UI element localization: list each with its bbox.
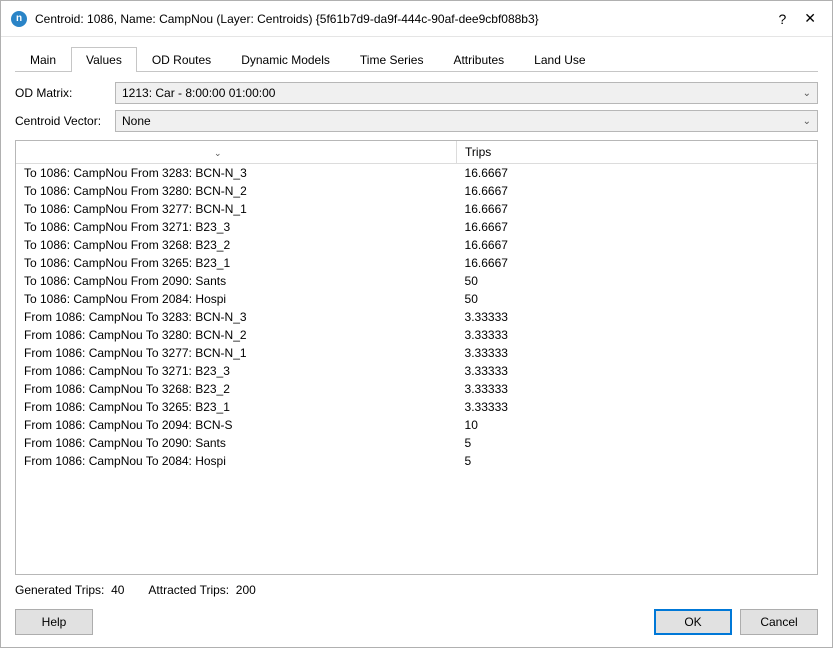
centroid-vector-combo[interactable]: None ⌄ (115, 110, 818, 132)
route-cell: From 1086: CampNou To 3271: B23_3 (16, 362, 457, 380)
help-button[interactable]: Help (15, 609, 93, 635)
app-icon: n (11, 11, 27, 27)
trips-cell: 5 (457, 452, 817, 470)
route-cell: From 1086: CampNou To 3268: B23_2 (16, 380, 457, 398)
centroid-vector-label: Centroid Vector: (15, 114, 115, 128)
tab-od-routes[interactable]: OD Routes (137, 47, 226, 72)
trips-cell: 16.6667 (457, 164, 817, 183)
attracted-trips-label: Attracted Trips: (148, 583, 229, 597)
route-cell: To 1086: CampNou From 2090: Sants (16, 272, 457, 290)
trips-cell: 16.6667 (457, 236, 817, 254)
ok-button[interactable]: OK (654, 609, 732, 635)
table-row[interactable]: To 1086: CampNou From 3265: B23_116.6667 (16, 254, 817, 272)
table-row[interactable]: From 1086: CampNou To 3283: BCN-N_33.333… (16, 308, 817, 326)
route-cell: To 1086: CampNou From 3265: B23_1 (16, 254, 457, 272)
trips-cell: 5 (457, 434, 817, 452)
chevron-down-icon: ⌄ (803, 88, 811, 99)
window-controls: ? ✕ (778, 10, 822, 27)
sort-indicator-icon: ⌄ (24, 148, 222, 158)
route-cell: From 1086: CampNou To 2094: BCN-S (16, 416, 457, 434)
table-row[interactable]: From 1086: CampNou To 3271: B23_33.33333 (16, 362, 817, 380)
table-row[interactable]: To 1086: CampNou From 2090: Sants50 (16, 272, 817, 290)
tab-attributes[interactable]: Attributes (438, 47, 519, 72)
trips-cell: 3.33333 (457, 362, 817, 380)
trips-cell: 16.6667 (457, 218, 817, 236)
tab-bar: MainValuesOD RoutesDynamic ModelsTime Se… (15, 47, 818, 72)
help-icon[interactable]: ? (778, 11, 786, 27)
table-row[interactable]: To 1086: CampNou From 3271: B23_316.6667 (16, 218, 817, 236)
table-row[interactable]: To 1086: CampNou From 3277: BCN-N_116.66… (16, 200, 817, 218)
table-row[interactable]: From 1086: CampNou To 3265: B23_13.33333 (16, 398, 817, 416)
tab-land-use[interactable]: Land Use (519, 47, 600, 72)
trips-cell: 3.33333 (457, 380, 817, 398)
table-row[interactable]: From 1086: CampNou To 2084: Hospi5 (16, 452, 817, 470)
route-cell: To 1086: CampNou From 3268: B23_2 (16, 236, 457, 254)
trips-cell: 16.6667 (457, 182, 817, 200)
route-cell: To 1086: CampNou From 3283: BCN-N_3 (16, 164, 457, 183)
route-cell: From 1086: CampNou To 2090: Sants (16, 434, 457, 452)
tab-main[interactable]: Main (15, 47, 71, 72)
table-row[interactable]: To 1086: CampNou From 3280: BCN-N_216.66… (16, 182, 817, 200)
attracted-trips-value: 200 (236, 583, 256, 597)
od-matrix-label: OD Matrix: (15, 86, 115, 100)
table-row[interactable]: From 1086: CampNou To 2094: BCN-S10 (16, 416, 817, 434)
column-header-trips[interactable]: Trips (457, 141, 817, 164)
trips-cell: 3.33333 (457, 326, 817, 344)
route-cell: To 1086: CampNou From 2084: Hospi (16, 290, 457, 308)
trips-cell: 3.33333 (457, 398, 817, 416)
table-row[interactable]: From 1086: CampNou To 3280: BCN-N_23.333… (16, 326, 817, 344)
close-icon[interactable]: ✕ (804, 10, 816, 27)
title-bar: n Centroid: 1086, Name: CampNou (Layer: … (1, 1, 832, 37)
table-row[interactable]: To 1086: CampNou From 3283: BCN-N_316.66… (16, 164, 817, 183)
route-cell: From 1086: CampNou To 3283: BCN-N_3 (16, 308, 457, 326)
trips-table: ⌄ Trips To 1086: CampNou From 3283: BCN-… (16, 141, 817, 470)
summary-row: Generated Trips: 40 Attracted Trips: 200 (15, 583, 818, 597)
chevron-down-icon: ⌄ (803, 116, 811, 127)
table-row[interactable]: From 1086: CampNou To 3277: BCN-N_13.333… (16, 344, 817, 362)
route-cell: To 1086: CampNou From 3271: B23_3 (16, 218, 457, 236)
od-matrix-value: 1213: Car - 8:00:00 01:00:00 (122, 86, 275, 100)
tab-time-series[interactable]: Time Series (345, 47, 439, 72)
trips-cell: 50 (457, 272, 817, 290)
generated-trips-label: Generated Trips: (15, 583, 104, 597)
route-cell: From 1086: CampNou To 2084: Hospi (16, 452, 457, 470)
tab-values[interactable]: Values (71, 47, 137, 72)
route-cell: From 1086: CampNou To 3280: BCN-N_2 (16, 326, 457, 344)
centroid-vector-value: None (122, 114, 151, 128)
generated-trips-value: 40 (111, 583, 124, 597)
trips-cell: 10 (457, 416, 817, 434)
table-row[interactable]: To 1086: CampNou From 2084: Hospi50 (16, 290, 817, 308)
trips-cell: 16.6667 (457, 200, 817, 218)
route-cell: To 1086: CampNou From 3277: BCN-N_1 (16, 200, 457, 218)
od-matrix-combo[interactable]: 1213: Car - 8:00:00 01:00:00 ⌄ (115, 82, 818, 104)
table-row[interactable]: To 1086: CampNou From 3268: B23_216.6667 (16, 236, 817, 254)
cancel-button[interactable]: Cancel (740, 609, 818, 635)
route-cell: To 1086: CampNou From 3280: BCN-N_2 (16, 182, 457, 200)
trips-cell: 3.33333 (457, 344, 817, 362)
table-row[interactable]: From 1086: CampNou To 3268: B23_23.33333 (16, 380, 817, 398)
window-title: Centroid: 1086, Name: CampNou (Layer: Ce… (35, 12, 778, 26)
trips-cell: 3.33333 (457, 308, 817, 326)
trips-cell: 50 (457, 290, 817, 308)
route-cell: From 1086: CampNou To 3277: BCN-N_1 (16, 344, 457, 362)
column-header-route[interactable]: ⌄ (16, 141, 457, 164)
trips-cell: 16.6667 (457, 254, 817, 272)
tab-dynamic-models[interactable]: Dynamic Models (226, 47, 345, 72)
table-row[interactable]: From 1086: CampNou To 2090: Sants5 (16, 434, 817, 452)
route-cell: From 1086: CampNou To 3265: B23_1 (16, 398, 457, 416)
